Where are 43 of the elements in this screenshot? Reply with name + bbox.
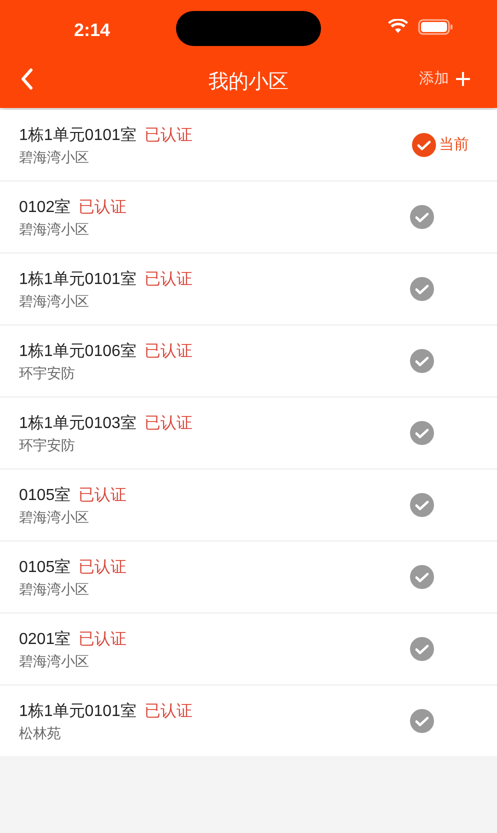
room-name: 0201室 xyxy=(19,630,71,650)
room-name: 1栋1单元0101室 xyxy=(19,126,136,146)
room-name: 1栋1单元0106室 xyxy=(19,342,136,362)
house-row[interactable]: 1栋1单元0106室 已认证 环宇安防 xyxy=(0,326,497,396)
community-name: 碧海湾小区 xyxy=(19,508,90,526)
community-name: 碧海湾小区 xyxy=(19,220,90,238)
verified-label: 已认证 xyxy=(78,486,127,506)
room-name: 0102室 xyxy=(19,198,71,218)
community-name: 碧海湾小区 xyxy=(19,580,90,598)
room-name: 1栋1单元0103室 xyxy=(19,414,136,434)
community-name: 环宇安防 xyxy=(19,436,76,454)
verified-label: 已认证 xyxy=(78,558,127,578)
community-name: 环宇安防 xyxy=(19,364,76,382)
community-name: 碧海湾小区 xyxy=(19,292,90,310)
room-name: 0105室 xyxy=(19,558,71,578)
page-title: 我的小区 xyxy=(208,70,288,95)
house-row[interactable]: 1栋1单元0101室 已认证 碧海湾小区 xyxy=(0,254,497,324)
verified-label: 已认证 xyxy=(78,630,127,650)
community-name: 碧海湾小区 xyxy=(19,148,90,166)
wifi-icon xyxy=(388,19,408,34)
current-label: 当前 xyxy=(439,134,469,155)
room-name: 0105室 xyxy=(19,486,71,506)
verified-label: 已认证 xyxy=(144,414,192,434)
back-icon xyxy=(20,68,34,90)
room-name: 1栋1单元0101室 xyxy=(19,702,136,722)
house-row[interactable]: 0102室 已认证 碧海湾小区 xyxy=(0,182,497,252)
battery-icon xyxy=(418,19,454,35)
house-row[interactable]: 0201室 已认证 碧海湾小区 xyxy=(0,614,497,684)
verified-label: 已认证 xyxy=(78,198,127,218)
status-time: 2:14 xyxy=(74,19,110,42)
community-name: 碧海湾小区 xyxy=(19,652,90,670)
community-name: 松林苑 xyxy=(19,724,62,742)
room-name: 1栋1单元0101室 xyxy=(19,270,136,290)
verified-label: 已认证 xyxy=(144,270,192,290)
house-row[interactable]: 0105室 已认证 碧海湾小区 xyxy=(0,470,497,540)
house-row[interactable]: 1栋1单元0103室 已认证 环宇安防 xyxy=(0,398,497,468)
verified-label: 已认证 xyxy=(144,126,192,146)
verified-label: 已认证 xyxy=(144,342,192,362)
house-row[interactable]: 0105室 已认证 碧海湾小区 xyxy=(0,542,497,612)
verified-label: 已认证 xyxy=(144,702,192,722)
house-row[interactable]: 1栋1单元0101室 已认证 松林苑 xyxy=(0,686,497,756)
plus-icon xyxy=(455,71,471,88)
house-row[interactable]: 1栋1单元0101室 已认证 碧海湾小区 当前 xyxy=(0,110,497,180)
